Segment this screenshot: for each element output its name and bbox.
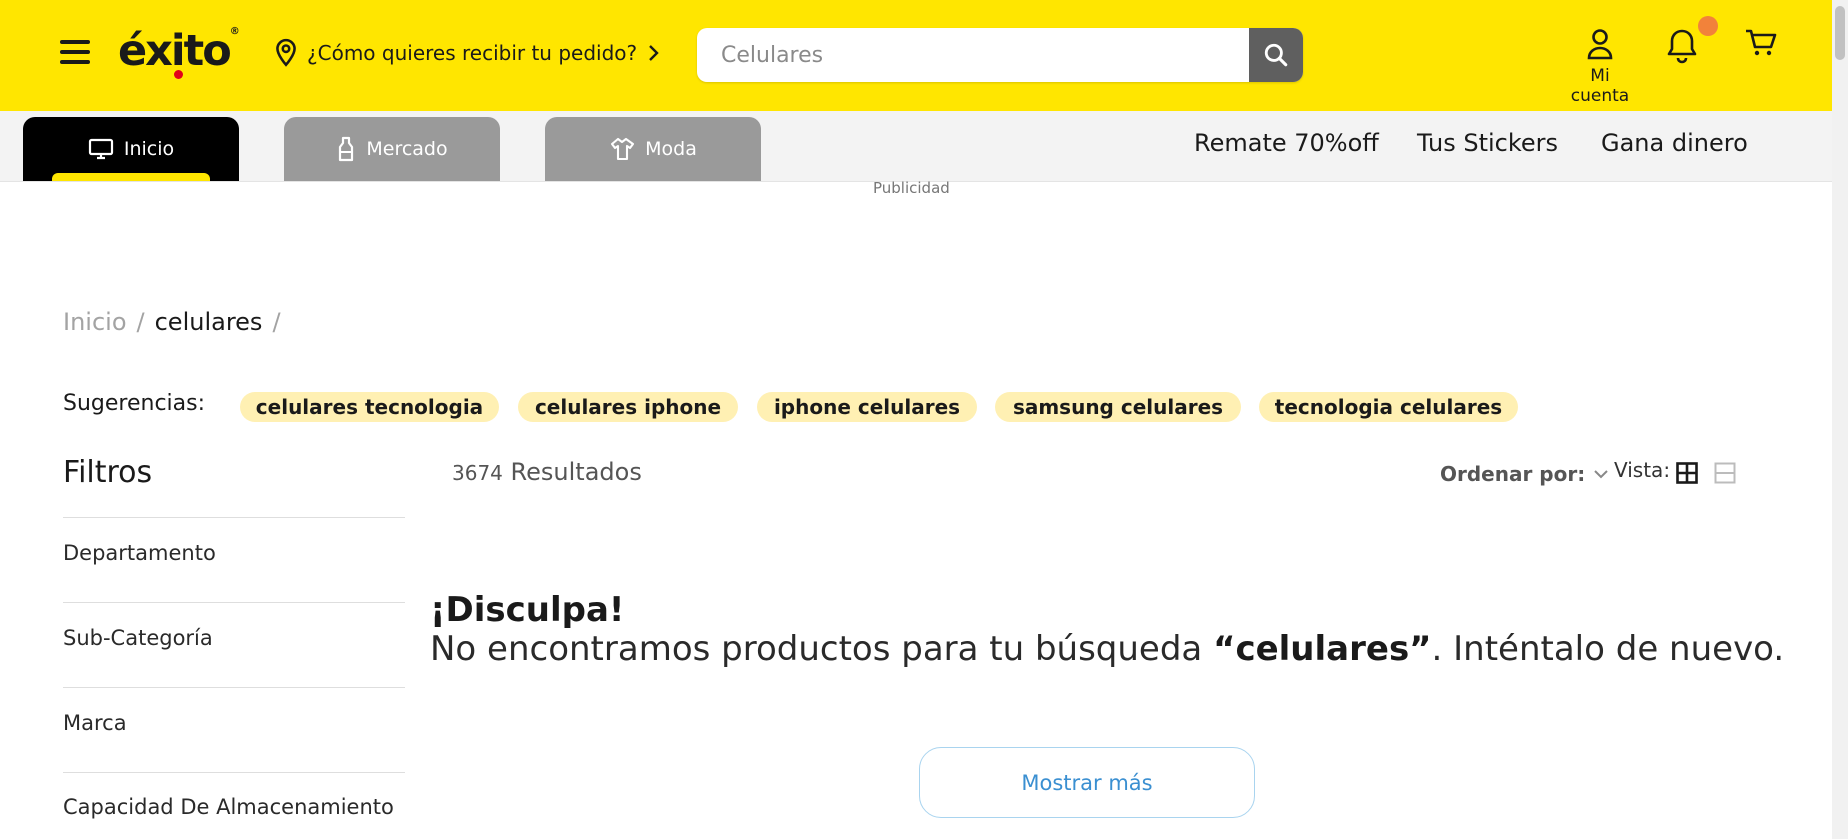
location-pin-icon — [276, 38, 296, 67]
ad-label: Publicidad — [873, 179, 950, 197]
results-number: 3674 — [452, 461, 503, 485]
logo-registered-mark: ® — [229, 26, 240, 37]
logo-dot — [174, 70, 183, 79]
logo-text: éxito — [118, 26, 232, 76]
cart-button[interactable] — [1744, 28, 1778, 62]
grid-view-icon[interactable] — [1676, 462, 1698, 484]
breadcrumb-separator: / — [136, 308, 145, 336]
filter-departamento[interactable]: Departamento — [63, 517, 405, 565]
sort-label: Ordenar por: — [1440, 462, 1586, 486]
results-count: 3674 Resultados — [452, 458, 642, 486]
filter-label: Departamento — [63, 541, 216, 565]
account-label: Mi cuenta — [1570, 66, 1630, 106]
nav-link-stickers[interactable]: Tus Stickers — [1417, 129, 1558, 157]
suggestion-chip[interactable]: celulares iphone — [518, 392, 738, 422]
account-button[interactable]: Mi cuenta — [1560, 28, 1640, 106]
suggestion-chip[interactable]: iphone celulares — [757, 392, 977, 422]
tab-moda[interactable]: Moda — [545, 117, 761, 181]
search-input[interactable] — [697, 28, 1242, 82]
empty-state-message: No encontramos productos para tu búsqued… — [430, 629, 1784, 669]
shirt-icon — [611, 137, 635, 161]
empty-message-query: “celulares” — [1213, 629, 1432, 669]
filter-marca[interactable]: Marca — [63, 687, 405, 735]
filters-title: Filtros — [63, 455, 153, 490]
chevron-right-icon — [649, 45, 659, 61]
breadcrumb-home[interactable]: Inicio — [63, 308, 127, 336]
tab-label: Moda — [645, 138, 697, 160]
user-icon — [1587, 29, 1613, 60]
notifications-button[interactable] — [1666, 16, 1718, 68]
suggestions-label: Sugerencias: — [63, 391, 206, 416]
exito-logo[interactable]: éxito® — [118, 26, 240, 79]
monitor-icon — [88, 138, 113, 160]
filter-label: Marca — [63, 711, 127, 735]
filter-label: Sub-Categoría — [63, 626, 213, 650]
breadcrumb-current[interactable]: celulares — [155, 308, 263, 336]
tab-label: Inicio — [123, 138, 175, 160]
notification-badge — [1698, 16, 1718, 36]
tab-mercado[interactable]: Mercado — [284, 117, 500, 181]
search-icon — [1264, 43, 1288, 67]
scrollbar-thumb[interactable] — [1835, 6, 1845, 60]
chevron-down-icon — [1594, 470, 1608, 479]
sort-dropdown[interactable]: Ordenar por: — [1440, 462, 1609, 486]
delivery-selector[interactable]: ¿Cómo quieres recibir tu pedido? — [273, 38, 661, 68]
nav-link-gana-dinero[interactable]: Gana dinero — [1601, 129, 1748, 157]
suggestion-chip[interactable]: tecnologia celulares — [1259, 392, 1518, 422]
search-bar — [697, 28, 1303, 82]
empty-message-suffix: . Inténtalo de nuevo. — [1431, 629, 1785, 669]
suggestion-chip[interactable]: samsung celulares — [995, 392, 1241, 422]
empty-state-title: ¡Disculpa! — [430, 590, 625, 630]
breadcrumb: Inicio / celulares / — [63, 308, 291, 336]
nav-link-remate[interactable]: Remate 70%off — [1194, 129, 1379, 157]
suggestion-chip[interactable]: celulares tecnologia — [240, 392, 499, 422]
tab-label: Mercado — [366, 138, 448, 160]
breadcrumb-separator: / — [272, 308, 281, 336]
delivery-text: ¿Cómo quieres recibir tu pedido? — [307, 41, 638, 65]
view-label: Vista: — [1614, 458, 1671, 482]
results-label: Resultados — [510, 458, 642, 486]
cart-icon — [1746, 29, 1777, 56]
bell-icon — [1667, 29, 1697, 64]
page-scrollbar[interactable] — [1832, 0, 1848, 839]
search-button[interactable] — [1249, 28, 1303, 82]
tab-inicio[interactable]: Inicio — [23, 117, 239, 181]
active-tab-indicator — [52, 173, 210, 181]
filter-capacidad[interactable]: Capacidad De Almacenamiento — [63, 772, 405, 818]
filter-label: Capacidad De Almacenamiento — [63, 795, 394, 819]
show-more-button[interactable]: Mostrar más — [919, 747, 1255, 818]
empty-message-prefix: No encontramos productos para tu búsqued… — [430, 629, 1214, 669]
bottle-icon — [339, 136, 354, 162]
filter-sub-categoria[interactable]: Sub-Categoría — [63, 602, 405, 650]
list-view-icon[interactable] — [1714, 462, 1736, 484]
menu-icon[interactable] — [60, 40, 90, 68]
